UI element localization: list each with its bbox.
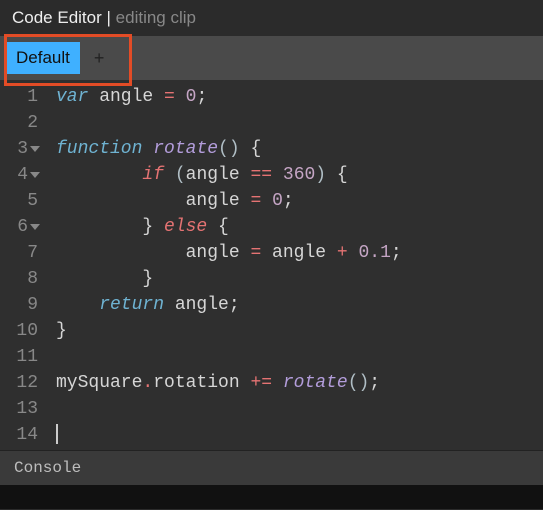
code-editor[interactable]: 1234567891011121314 var angle = 0; funct… [0,80,543,450]
line-number: 12 [4,370,38,396]
fold-icon[interactable] [30,172,40,178]
console-header[interactable]: Console [0,450,543,485]
tab-bar: Default + [0,36,543,80]
line-number: 14 [4,422,38,448]
line-number: 6 [4,214,38,240]
tab-default[interactable]: Default [6,42,80,74]
header-separator: | [102,8,116,27]
editor-header: Code Editor | editing clip [0,0,543,36]
line-number: 9 [4,292,38,318]
line-number: 10 [4,318,38,344]
code-line[interactable] [56,344,402,370]
fold-icon[interactable] [30,224,40,230]
line-number: 3 [4,136,38,162]
code-line[interactable]: return angle; [56,292,402,318]
fold-icon[interactable] [30,146,40,152]
line-number: 2 [4,110,38,136]
code-line[interactable]: } else { [56,214,402,240]
code-line[interactable] [56,396,402,422]
line-number: 7 [4,240,38,266]
code-line[interactable]: } [56,318,402,344]
line-number: 8 [4,266,38,292]
text-cursor [56,424,58,444]
code-line[interactable] [56,110,402,136]
line-number: 13 [4,396,38,422]
line-gutter: 1234567891011121314 [0,80,46,450]
line-number: 5 [4,188,38,214]
code-line[interactable]: mySquare.rotation += rotate(); [56,370,402,396]
code-line[interactable] [56,422,402,448]
code-line[interactable]: var angle = 0; [56,84,402,110]
add-tab-button[interactable]: + [86,44,113,73]
line-number: 11 [4,344,38,370]
code-line[interactable]: } [56,266,402,292]
code-line[interactable]: angle = 0; [56,188,402,214]
editor-title: Code Editor [12,8,102,27]
code-area[interactable]: var angle = 0; function rotate() { if (a… [46,80,402,450]
line-number: 1 [4,84,38,110]
line-number: 4 [4,162,38,188]
code-line[interactable]: if (angle == 360) { [56,162,402,188]
editor-subtitle: editing clip [116,8,196,27]
console-body[interactable] [0,485,543,509]
code-line[interactable]: angle = angle + 0.1; [56,240,402,266]
code-line[interactable]: function rotate() { [56,136,402,162]
